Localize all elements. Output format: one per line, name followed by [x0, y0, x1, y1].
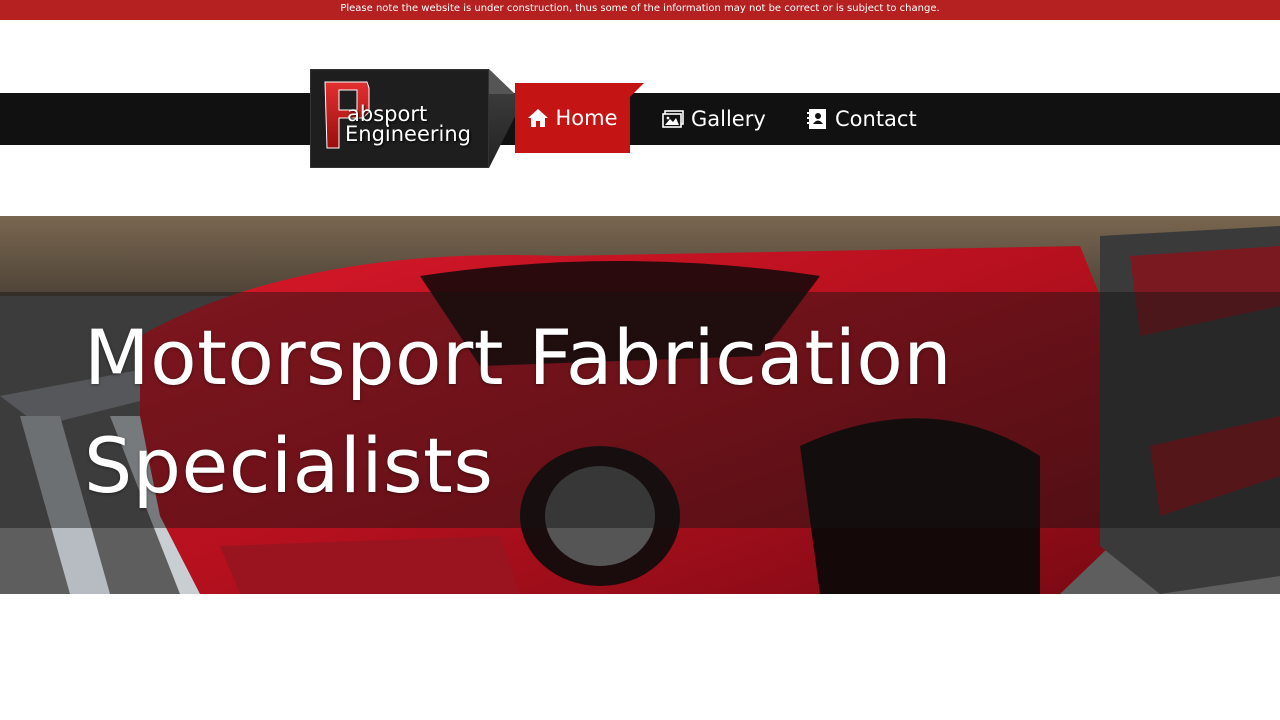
hero-banner: Motorsport Fabrication Specialists: [0, 216, 1280, 594]
logo-line-2: Engineering: [345, 122, 471, 146]
hero-title-line-1: Motorsport Fabrication: [84, 313, 953, 402]
site-logo[interactable]: absport Engineering: [310, 69, 489, 168]
logo-wordmark: absport Engineering: [345, 102, 471, 146]
navbar: [0, 93, 1280, 145]
home-icon: [527, 108, 549, 128]
nav-home-ear-decoration: [630, 83, 644, 97]
nav-item-contact[interactable]: Contact: [806, 93, 917, 145]
picture-icon: [662, 110, 684, 128]
construction-notice-bar: Please note the website is under constru…: [0, 0, 1280, 20]
logo-line-1: absport: [347, 102, 428, 126]
nav-item-home[interactable]: Home: [515, 83, 630, 153]
contact-card-icon: [806, 108, 828, 130]
nav-item-gallery[interactable]: Gallery: [662, 93, 766, 145]
logo-fold-decoration: [489, 69, 515, 94]
hero-title: Motorsport Fabrication Specialists: [84, 304, 952, 520]
construction-notice-text: Please note the website is under constru…: [340, 3, 940, 14]
nav-item-home-label: Home: [555, 106, 618, 130]
site-header: absport Engineering Home Gallery Contact: [0, 20, 1280, 216]
hero-title-line-2: Specialists: [84, 421, 494, 510]
nav-item-contact-label: Contact: [835, 107, 917, 131]
nav-item-gallery-label: Gallery: [691, 107, 766, 131]
